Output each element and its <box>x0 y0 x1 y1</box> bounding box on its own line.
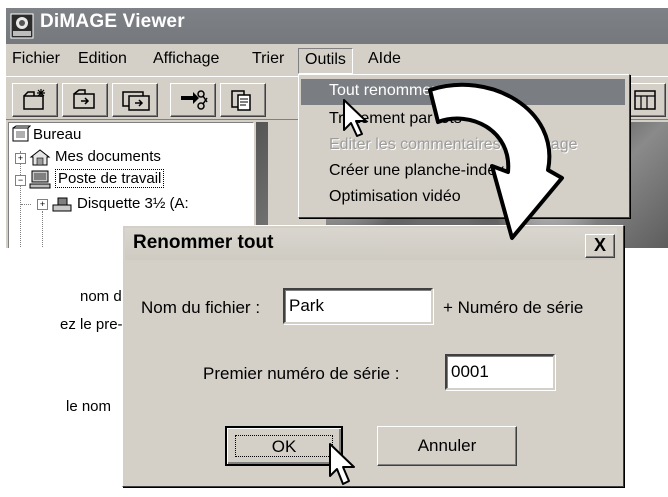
menu-affichage[interactable]: Affichage <box>153 50 219 68</box>
serial-suffix-label: + Numéro de série <box>443 298 584 317</box>
menu-item-traitement-par-lots[interactable]: Traitement par lots <box>301 107 625 133</box>
floppy-icon <box>52 197 72 212</box>
serial-input[interactable] <box>445 354 555 390</box>
tree-item-floppy[interactable]: + Disquette 3½ (A: <box>9 193 249 215</box>
copy-icon <box>73 89 95 109</box>
tree-connector <box>21 204 31 205</box>
menu-item-label: Traitement par lots <box>329 110 462 127</box>
view-button[interactable] <box>624 83 666 117</box>
serial-label: Premier numéro de série : <box>203 364 400 383</box>
cut-button[interactable] <box>170 83 216 117</box>
menu-item-planche-index[interactable]: Créer une planche-index <box>301 159 625 185</box>
menu-item-editer-commentaires: Editer les commentaires de l'image <box>301 133 625 159</box>
close-icon: X <box>593 235 606 255</box>
app-icon <box>10 13 34 39</box>
dialog-title-bar: Renommer tout X <box>125 228 617 260</box>
menu-item-tout-renommer[interactable]: Tout renommer <box>301 79 625 105</box>
menu-bar: Fichier Edition Affichage Trier Outils A… <box>6 46 668 76</box>
copy-button[interactable] <box>62 83 108 117</box>
new-folder-button[interactable] <box>12 83 58 117</box>
tree-label: Mes documents <box>55 148 161 165</box>
tree-label: Disquette 3½ (A: <box>77 195 189 212</box>
menu-item-label: Editer les commentaires de l'image <box>329 136 578 153</box>
filename-label: Nom du fichier : <box>141 298 261 317</box>
close-button[interactable]: X <box>585 234 615 258</box>
dialog-title: Renommer tout <box>133 232 274 253</box>
tree-item-bureau[interactable]: Bureau <box>9 125 249 147</box>
paste-icon <box>231 90 251 111</box>
desktop-icon <box>12 125 31 142</box>
focus-ring <box>235 435 333 457</box>
collapse-icon[interactable]: − <box>15 175 26 186</box>
ok-button[interactable]: OK <box>225 426 343 466</box>
menu-item-label: Créer une planche-index <box>329 162 505 179</box>
tree-label: Bureau <box>33 126 82 143</box>
documents-icon <box>29 149 51 166</box>
tree-item-computer[interactable]: − Poste de travail <box>9 169 249 191</box>
tree-item-documents[interactable]: + Mes documents <box>9 147 249 169</box>
menu-item-optimisation-video[interactable]: Optimisation vidéo <box>301 185 625 211</box>
filename-input[interactable] <box>283 288 433 324</box>
menu-outils[interactable]: Outils <box>298 48 353 74</box>
window-title: DiMAGE Viewer <box>40 11 185 32</box>
copy-multiple-button[interactable] <box>112 83 158 117</box>
expand-icon[interactable]: + <box>15 153 26 164</box>
computer-icon <box>29 170 51 189</box>
cancel-button[interactable]: Annuler <box>377 426 517 466</box>
menu-edition[interactable]: Edition <box>78 50 127 68</box>
side-text-line: ez le pre- <box>60 316 123 333</box>
cut-icon <box>181 90 208 110</box>
expand-icon[interactable]: + <box>37 199 48 210</box>
menu-aide[interactable]: AIde <box>368 50 401 68</box>
menu-trier[interactable]: Trier <box>252 50 284 68</box>
new-folder-icon <box>23 89 45 110</box>
copy-multiple-icon <box>122 91 150 111</box>
paste-button[interactable] <box>220 83 266 117</box>
tree-connector <box>42 211 43 248</box>
title-bar: DiMAGE Viewer <box>6 8 668 44</box>
cancel-label: Annuler <box>417 436 477 455</box>
menu-fichier[interactable]: Fichier <box>12 50 60 68</box>
view-icon <box>634 90 656 110</box>
menu-item-label: Tout renommer <box>329 82 437 99</box>
menu-item-label: Optimisation vidéo <box>329 188 461 205</box>
tree-label: Poste de travail <box>55 169 165 188</box>
side-text-line: le nom <box>66 398 112 415</box>
rename-dialog: Renommer tout X Nom du fichier : + Numér… <box>122 225 624 487</box>
screenshot: { "window": { "title": "DiMAGE Viewer" }… <box>0 0 668 497</box>
outils-menu: Tout renommer Traitement par lots Editer… <box>298 74 630 218</box>
